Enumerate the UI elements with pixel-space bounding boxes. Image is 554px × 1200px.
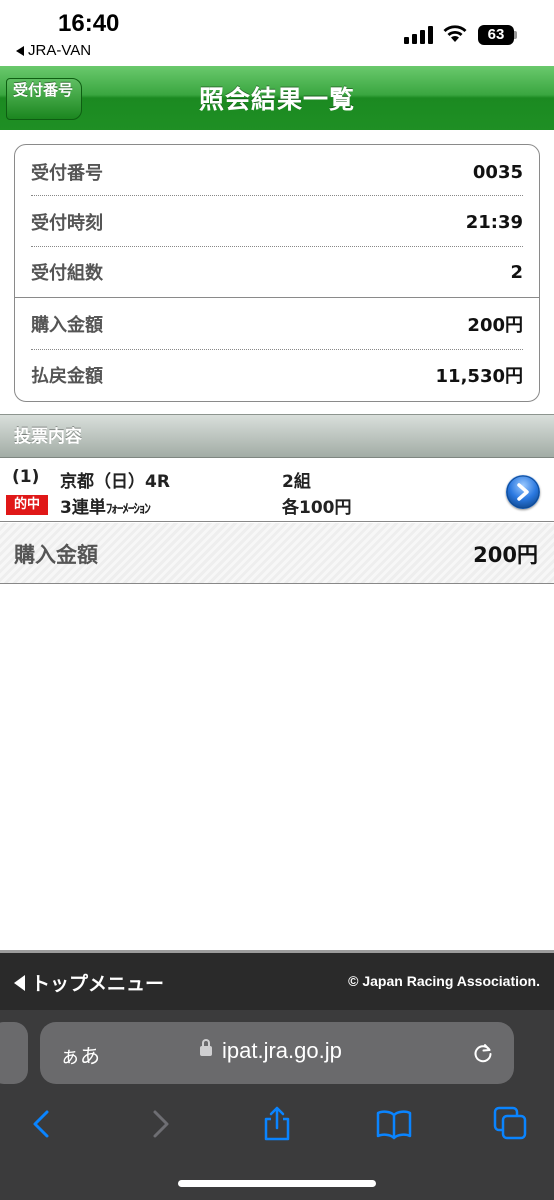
address-bar[interactable]: ぁあ ipat.jra.go.jp <box>40 1022 514 1084</box>
bet-content-header: 投票内容 <box>0 414 554 458</box>
row-value: 0035 <box>472 161 523 183</box>
bet-type: 3連単ﾌｫｰﾒｰｼｮﾝ <box>60 493 151 518</box>
row-value: 21:39 <box>465 211 523 233</box>
top-menu-link[interactable]: トップメニュー <box>14 969 164 996</box>
home-indicator <box>178 1180 376 1187</box>
wifi-icon <box>443 25 467 42</box>
status-time: 16:40 <box>58 10 120 37</box>
lock-icon <box>200 1039 212 1056</box>
detail-chevron-button[interactable] <box>506 475 540 509</box>
forward-icon[interactable] <box>142 1106 178 1142</box>
status-bar: 16:40 JRA-VAN 63 <box>0 0 554 66</box>
back-arrow-icon <box>16 45 24 56</box>
row-value: 2 <box>510 261 523 283</box>
receipt-count-row: 受付組数 2 <box>31 247 523 297</box>
left-triangle-icon <box>14 974 25 991</box>
tabs-icon[interactable] <box>493 1106 529 1142</box>
page-title: 照会結果一覧 <box>198 85 355 114</box>
back-app-label: JRA-VAN <box>28 42 92 59</box>
top-menu-label: トップメニュー <box>31 973 165 995</box>
total-value: 200円 <box>473 543 538 567</box>
bet-type-prefix: 3連単 <box>60 498 106 518</box>
receipt-time-row: 受付時刻 21:39 <box>31 197 523 247</box>
bookmarks-icon[interactable] <box>376 1106 412 1142</box>
bet-type-suffix: ﾌｫｰﾒｰｼｮﾝ <box>105 502 151 517</box>
receipt-summary-card: 受付番号 0035 受付時刻 21:39 受付組数 2 購入金額 200円 払戻… <box>14 144 540 402</box>
row-label: 受付時刻 <box>31 213 103 234</box>
battery-icon: 63 <box>478 25 514 45</box>
row-value: 11,530円 <box>435 366 523 387</box>
payout-amount-row: 払戻金額 11,530円 <box>31 350 523 400</box>
divider <box>31 195 523 196</box>
page-settings-button[interactable]: ぁあ <box>60 1040 100 1069</box>
reload-icon[interactable] <box>472 1042 494 1064</box>
total-purchase-row: 購入金額 200円 <box>0 523 554 584</box>
receipt-number-row: 受付番号 0035 <box>31 147 523 197</box>
site-footer: トップメニュー © Japan Racing Association. <box>0 950 554 1010</box>
back-to-app-link[interactable]: JRA-VAN <box>16 42 91 59</box>
browser-chrome: ぁあ ipat.jra.go.jp <box>0 1010 554 1200</box>
hit-badge: 的中 <box>6 495 48 515</box>
divider <box>15 297 539 298</box>
share-icon[interactable] <box>259 1106 295 1142</box>
previous-tab-preview[interactable] <box>0 1022 28 1084</box>
total-label: 購入金額 <box>14 543 98 567</box>
purchase-amount-row: 購入金額 200円 <box>31 299 523 349</box>
row-value: 200円 <box>467 315 523 336</box>
row-label: 購入金額 <box>31 315 103 336</box>
row-label: 受付番号 <box>31 163 103 184</box>
copyright: © Japan Racing Association. <box>348 973 540 989</box>
bet-list-item[interactable]: (1) 京都（日）4R 2組 的中 3連単ﾌｫｰﾒｰｼｮﾝ 各100円 <box>0 459 554 522</box>
bet-race: 京都（日）4R <box>60 472 170 492</box>
page-header: 受付番号 照会結果一覧 <box>0 66 554 130</box>
bet-groups: 2組 <box>282 472 311 492</box>
bet-number: (1) <box>12 467 40 487</box>
url-text[interactable]: ipat.jra.go.jp <box>222 1038 342 1064</box>
back-icon[interactable] <box>24 1106 60 1142</box>
row-label: 払戻金額 <box>31 366 103 387</box>
battery-tip <box>514 31 517 39</box>
bet-amount-each: 各100円 <box>282 498 352 518</box>
cellular-signal-icon <box>404 26 433 44</box>
row-label: 受付組数 <box>31 263 103 284</box>
